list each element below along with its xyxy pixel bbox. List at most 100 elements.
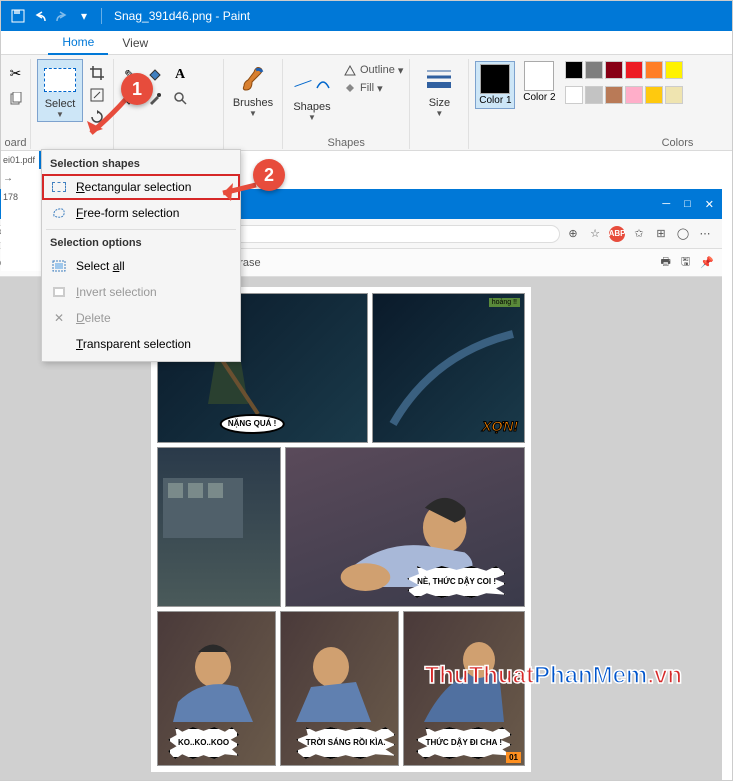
adblock-icon[interactable]: ABP bbox=[608, 226, 626, 242]
redo-icon[interactable] bbox=[53, 7, 71, 25]
home-tab[interactable]: Home bbox=[48, 31, 108, 55]
quick-access-toolbar: ▾ Snag_391d46.png - Paint bbox=[1, 7, 258, 25]
shapes-label: Shapes bbox=[293, 101, 330, 113]
save-icon[interactable] bbox=[9, 7, 27, 25]
rect-select-icon bbox=[50, 178, 68, 196]
menu-transparent-selection[interactable]: Transparent selection bbox=[42, 331, 240, 357]
brush-icon bbox=[237, 61, 269, 97]
color2-button[interactable]: Color 2 bbox=[519, 61, 559, 109]
swatch-yellow[interactable] bbox=[665, 61, 683, 79]
size-group: Size ▼ bbox=[410, 59, 469, 149]
shapes-gallery-icon bbox=[294, 65, 331, 101]
clipboard-group: ✂ oard bbox=[1, 59, 31, 149]
swatch-ltgray[interactable] bbox=[585, 86, 603, 104]
speech-kokoko: KO..KO..KOO bbox=[168, 727, 239, 759]
menu-delete: ✕ Delete bbox=[42, 305, 240, 331]
comic-panel-6: TRỜI SÁNG RỒI KÌA. bbox=[280, 611, 399, 766]
swatch-brown[interactable] bbox=[605, 86, 623, 104]
brushes-button[interactable]: Brushes ▼ bbox=[230, 59, 276, 120]
color-palette bbox=[565, 61, 697, 109]
maximize-icon[interactable]: □ bbox=[684, 198, 691, 211]
left-tab[interactable]: ei01.pdf bbox=[1, 151, 41, 169]
menu-select-all[interactable]: Select all bbox=[42, 253, 240, 279]
watermark: ThuThuatPhanMem.vn bbox=[425, 662, 682, 690]
arrow-right-icon[interactable]: → bbox=[3, 173, 13, 184]
menu-invert-selection: Invert selection bbox=[42, 279, 240, 305]
magnifier-icon[interactable] bbox=[170, 88, 190, 108]
collections-icon[interactable]: ⊞ bbox=[652, 227, 670, 240]
swatch-gold[interactable] bbox=[645, 86, 663, 104]
annotation-badge-1: 1 bbox=[121, 73, 153, 105]
select-button[interactable]: Select ▼ bbox=[37, 59, 83, 122]
color2-swatch bbox=[524, 61, 554, 91]
annotation-badge-2: 2 bbox=[253, 159, 285, 191]
print-icon[interactable]: 🖶 bbox=[661, 253, 671, 272]
speech-thucday: THỨC DẬY ĐI CHA ! bbox=[416, 727, 512, 759]
cut-icon[interactable]: ✂ bbox=[6, 63, 26, 83]
qat-customize-icon[interactable]: ▾ bbox=[75, 7, 93, 25]
shapes-button[interactable]: Shapes ▼ bbox=[289, 63, 335, 124]
crop-icon[interactable] bbox=[87, 63, 107, 83]
swatch-orange[interactable] bbox=[645, 61, 663, 79]
comic-panel-5: KO..KO..KOO bbox=[157, 611, 276, 766]
page-number: 01 bbox=[506, 752, 521, 763]
color1-label: Color 1 bbox=[479, 96, 511, 106]
speech-troisang: TRỜI SÁNG RỒI KÌA. bbox=[296, 727, 396, 759]
invert-selection-icon bbox=[50, 283, 68, 301]
shapes-dropdown-arrow-icon[interactable]: ▼ bbox=[308, 113, 316, 122]
comic-panel-3 bbox=[157, 447, 281, 607]
select-dropdown-arrow-icon[interactable]: ▼ bbox=[56, 110, 64, 119]
swatch-red[interactable] bbox=[625, 61, 643, 79]
window-title: Snag_391d46.png - Paint bbox=[114, 9, 250, 23]
color2-label: Color 2 bbox=[523, 93, 555, 103]
title-bar: ▾ Snag_391d46.png - Paint bbox=[1, 1, 732, 31]
close-icon[interactable]: ✕ bbox=[705, 198, 714, 211]
size-button[interactable]: Size ▼ bbox=[416, 59, 462, 120]
color1-button[interactable]: Color 1 bbox=[475, 61, 515, 109]
count-label: 178 bbox=[1, 188, 41, 206]
fill-button[interactable]: Fill ▾ bbox=[343, 81, 403, 95]
left-sidebar-strip: ei01.pdf → 178 bbox=[1, 151, 41, 271]
select-all-icon bbox=[50, 257, 68, 275]
select-label: Select bbox=[45, 98, 76, 110]
colors-label: Colors bbox=[662, 137, 694, 149]
profile-icon[interactable]: ◯ bbox=[674, 227, 692, 240]
undo-icon[interactable] bbox=[31, 7, 49, 25]
menu-header-shapes: Selection shapes bbox=[42, 154, 240, 174]
pin-icon[interactable]: 📌 bbox=[700, 256, 714, 269]
copy-icon[interactable] bbox=[6, 89, 26, 109]
settings-more-icon[interactable]: ⋯ bbox=[696, 227, 714, 240]
size-lines-icon bbox=[425, 61, 453, 97]
brushes-label: Brushes bbox=[233, 97, 273, 109]
search-zoom-icon[interactable]: ⊕ bbox=[564, 227, 582, 240]
text-icon[interactable]: A bbox=[170, 65, 190, 85]
view-tab[interactable]: View bbox=[108, 32, 162, 54]
swatch-rose[interactable] bbox=[625, 86, 643, 104]
brushes-group: Brushes ▼ bbox=[224, 59, 283, 149]
speech-nethuc: NÈ, THỨC DẬY COI ! bbox=[407, 566, 506, 598]
shapes-group: Shapes ▼ Outline ▾ Fill ▾ Shapes bbox=[283, 59, 410, 149]
size-dropdown-arrow-icon[interactable]: ▼ bbox=[435, 109, 443, 118]
swatch-black[interactable] bbox=[565, 61, 583, 79]
minimize-icon[interactable]: ─ bbox=[662, 198, 670, 211]
shapes-group-label: Shapes bbox=[328, 137, 365, 149]
favorite-icon[interactable]: ☆ bbox=[586, 227, 604, 240]
swatch-white[interactable] bbox=[565, 86, 583, 104]
favorites-bar-icon[interactable]: ✩ bbox=[630, 227, 648, 240]
menu-freeform-selection[interactable]: Free-form selection bbox=[42, 200, 240, 226]
comic-panel-4: NÈ, THỨC DẬY COI ! bbox=[285, 447, 525, 607]
save-pdf-icon[interactable]: 🖫 bbox=[681, 253, 690, 272]
sfx-xon: XỢN! bbox=[482, 418, 518, 434]
size-label: Size bbox=[429, 97, 450, 109]
swatch-darkred[interactable] bbox=[605, 61, 623, 79]
swatch-gray[interactable] bbox=[585, 61, 603, 79]
ribbon-tabs: File Home View bbox=[1, 31, 732, 55]
clipboard-label: oard bbox=[4, 137, 26, 149]
comic-panel-2: hoảng !! XỢN! bbox=[372, 293, 525, 443]
outline-button[interactable]: Outline ▾ bbox=[343, 63, 403, 77]
color1-swatch bbox=[480, 64, 510, 94]
swatch-ltyellow[interactable] bbox=[665, 86, 683, 104]
brushes-dropdown-arrow-icon[interactable]: ▼ bbox=[249, 109, 257, 118]
menu-header-options: Selection options bbox=[42, 233, 240, 253]
delete-icon: ✕ bbox=[50, 309, 68, 327]
